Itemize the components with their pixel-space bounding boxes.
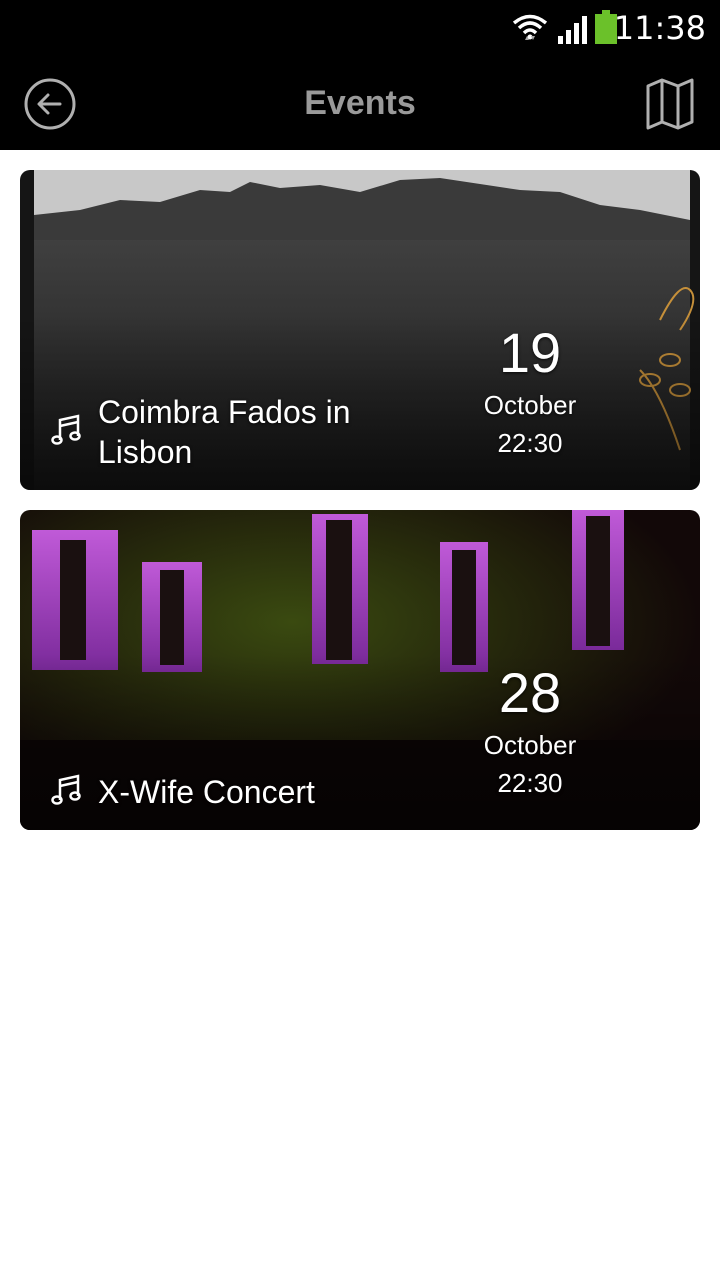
event-day: 28 xyxy=(498,661,562,724)
music-note-icon xyxy=(51,774,81,805)
back-arrow-icon[interactable] xyxy=(20,74,80,134)
event-card[interactable]: X-Wife Concert 28 October 22:30 xyxy=(20,510,700,830)
status-time: 11:38 xyxy=(613,9,706,47)
event-month: October xyxy=(483,390,577,420)
map-icon[interactable] xyxy=(640,76,700,132)
event-time: 22:30 xyxy=(497,768,563,798)
status-bar: 11:38 xyxy=(0,0,720,56)
event-day: 19 xyxy=(498,321,562,384)
event-date: 19 October 22:30 xyxy=(460,320,600,462)
wifi-icon xyxy=(512,14,548,40)
event-title: Coimbra Fados in Lisbon xyxy=(98,394,351,470)
event-date: 28 October 22:30 xyxy=(460,660,600,802)
event-card[interactable]: Coimbra Fados in Lisbon 19 October 22:30 xyxy=(20,170,700,490)
page-title: Events xyxy=(304,84,416,122)
event-time: 22:30 xyxy=(497,428,563,458)
event-title: X-Wife Concert xyxy=(98,774,315,810)
action-bar: Events xyxy=(0,56,720,150)
event-month: October xyxy=(483,730,577,760)
music-note-icon xyxy=(51,414,81,445)
signal-icon xyxy=(558,16,587,44)
